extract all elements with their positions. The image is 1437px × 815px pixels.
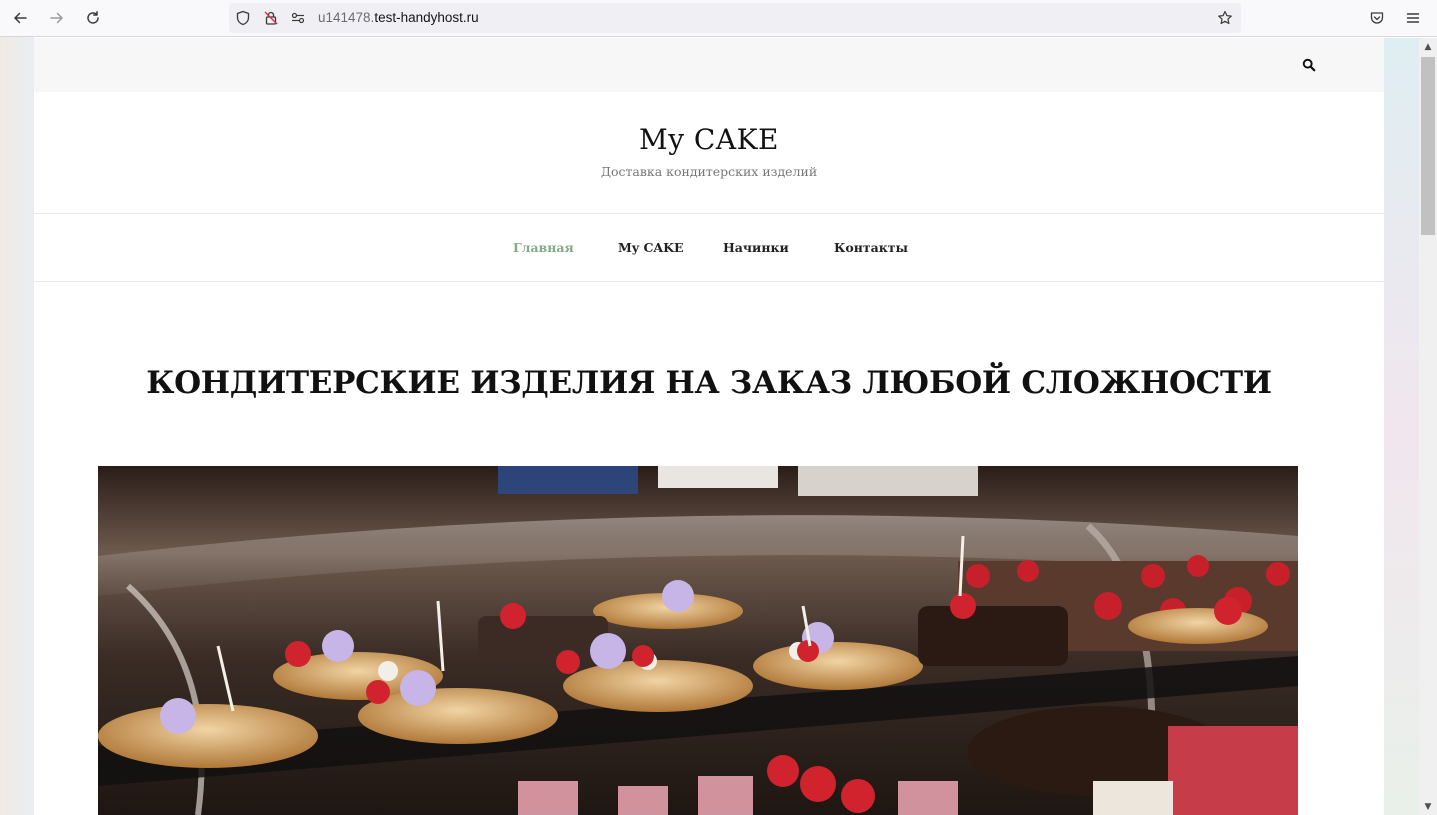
top-bar xyxy=(34,38,1384,92)
nav-item-fillings[interactable]: Начинки xyxy=(723,240,789,255)
address-bar[interactable]: u141478.test-handyhost.ru xyxy=(229,3,1241,33)
menu-icon[interactable] xyxy=(1400,6,1426,30)
scroll-down-icon[interactable]: ▼ xyxy=(1419,798,1437,815)
nav-item-contacts[interactable]: Контакты xyxy=(834,240,908,255)
bookmark-star-icon[interactable] xyxy=(1217,10,1233,26)
back-arrow-icon[interactable] xyxy=(7,6,33,30)
main-navigation: Главная My CAKE Начинки Контакты xyxy=(34,215,1384,282)
forward-arrow-icon[interactable] xyxy=(44,6,70,30)
web-page: My CAKE Доставка кондитерских изделий Гл… xyxy=(34,38,1384,815)
page-heading: КОНДИТЕРСКИЕ ИЗДЕЛИЯ НА ЗАКАЗ ЛЮБОЙ СЛОЖ… xyxy=(146,365,1272,401)
scroll-up-icon[interactable]: ▲ xyxy=(1419,38,1437,55)
site-permissions-icon[interactable] xyxy=(290,10,306,26)
pastry-display-case-photo xyxy=(98,466,1298,815)
nav-item-home[interactable]: Главная xyxy=(513,240,574,255)
site-description: Доставка кондитерских изделий xyxy=(600,164,818,179)
scroll-thumb[interactable] xyxy=(1421,57,1435,235)
browser-toolbar: u141478.test-handyhost.ru xyxy=(0,0,1437,37)
pocket-icon[interactable] xyxy=(1364,6,1390,30)
search-icon[interactable] xyxy=(1300,56,1318,74)
reload-icon[interactable] xyxy=(80,6,106,30)
insecure-lock-icon[interactable] xyxy=(263,10,279,26)
nav-item-my-cake[interactable]: My CAKE xyxy=(618,240,684,255)
url-text[interactable]: u141478.test-handyhost.ru xyxy=(318,10,479,25)
hero-image xyxy=(98,466,1298,815)
vertical-scrollbar[interactable]: ▲ ▼ xyxy=(1419,38,1437,815)
shield-icon[interactable] xyxy=(235,10,251,26)
site-branding: My CAKE Доставка кондитерских изделий xyxy=(34,92,1384,214)
site-title[interactable]: My CAKE xyxy=(34,123,1384,156)
page-background xyxy=(1384,38,1419,815)
